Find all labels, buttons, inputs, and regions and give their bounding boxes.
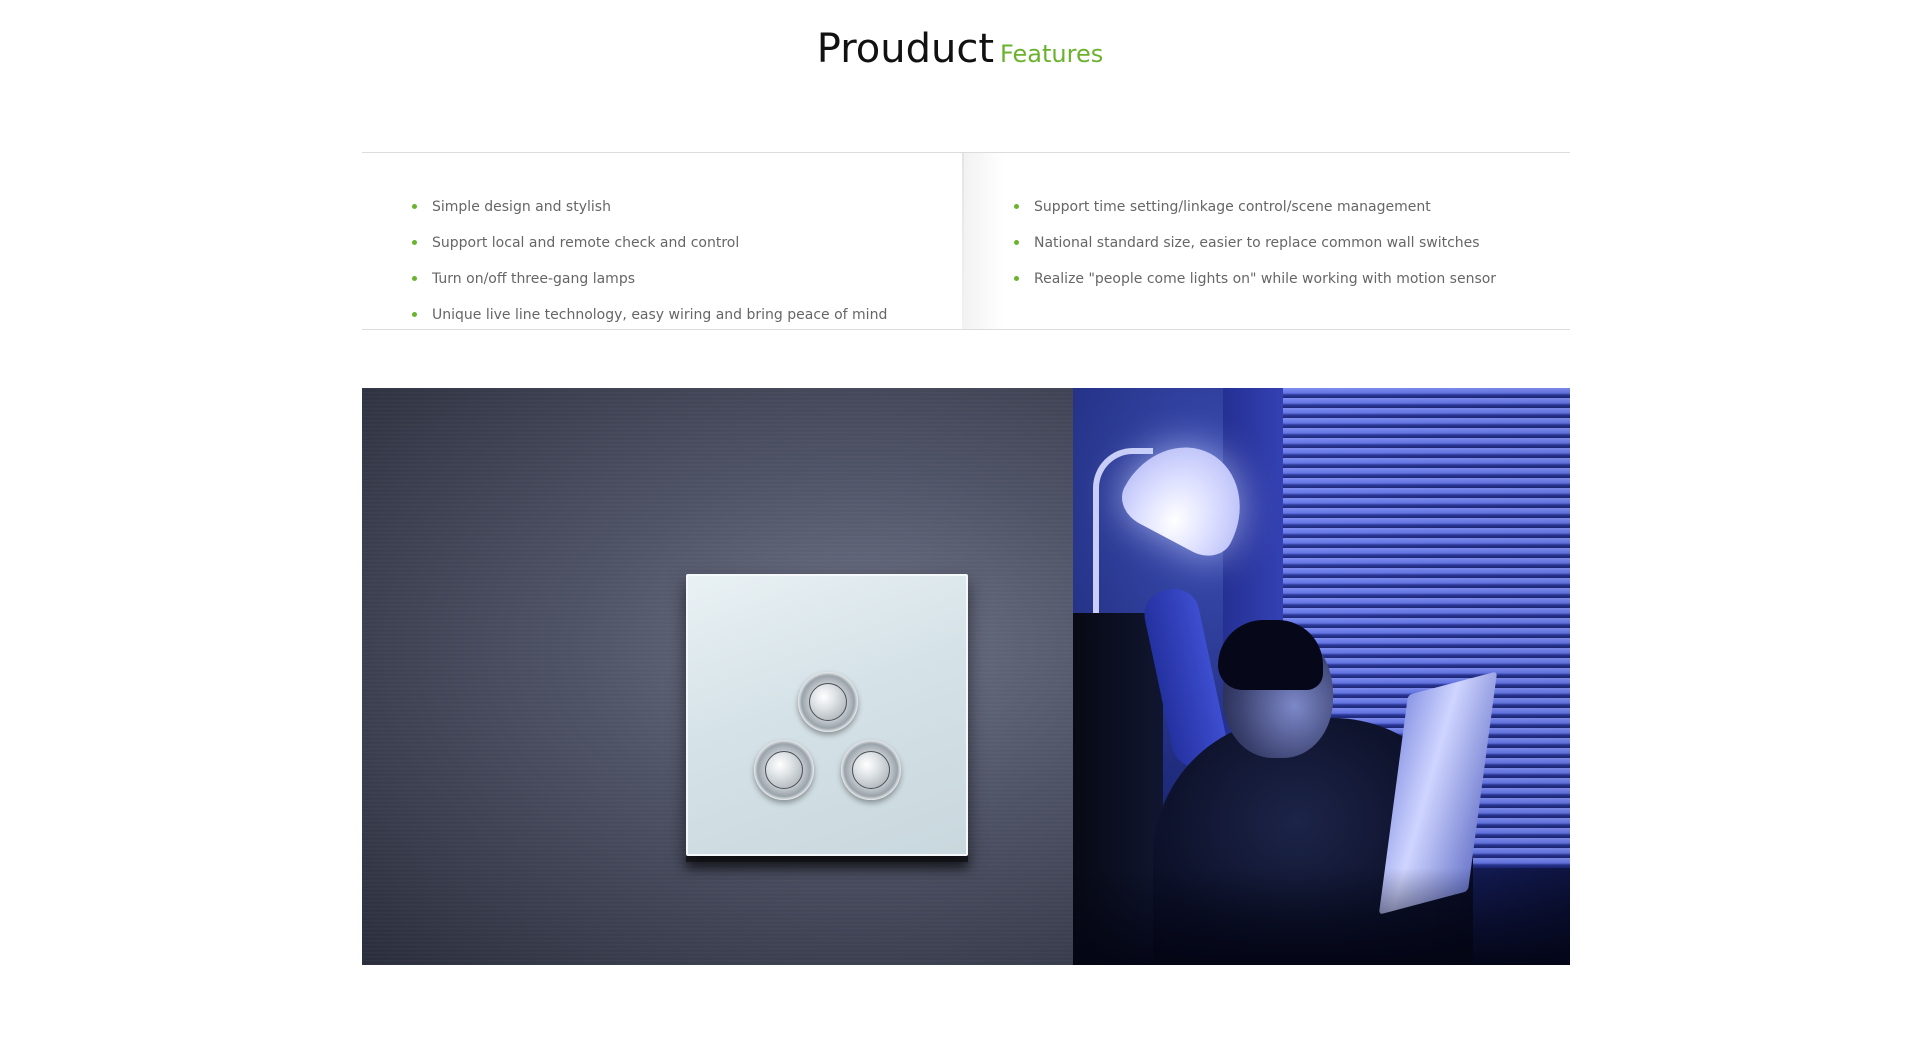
feature-text: Support local and remote check and contr… — [432, 235, 740, 251]
product-photo — [362, 388, 1570, 965]
switch-button-icon — [754, 740, 814, 800]
heading-sub: Features — [1000, 40, 1104, 68]
switch-button-icon — [798, 672, 858, 732]
feature-item: Support time setting/linkage control/sce… — [1014, 199, 1496, 235]
feature-item: Simple design and stylish — [412, 199, 887, 235]
feature-text: Simple design and stylish — [432, 199, 611, 215]
feature-item: Support local and remote check and contr… — [412, 235, 887, 271]
child-hair — [1218, 620, 1323, 690]
feature-item: Unique live line technology, easy wiring… — [412, 307, 887, 343]
bullet-dot-icon — [1014, 240, 1019, 245]
heading-main: Prouduct — [816, 26, 995, 72]
features-list-left: Simple design and stylish Support local … — [412, 199, 887, 343]
bullet-dot-icon — [412, 204, 417, 209]
feature-text: National standard size, easier to replac… — [1034, 235, 1480, 251]
feature-item: Realize "people come lights on" while wo… — [1014, 271, 1496, 307]
bullet-dot-icon — [412, 312, 417, 317]
bullet-dot-icon — [1014, 276, 1019, 281]
switch-button-icon — [841, 740, 901, 800]
child-reading-scene — [1073, 388, 1570, 965]
feature-text: Realize "people come lights on" while wo… — [1034, 271, 1497, 287]
section-heading: Prouduct Features — [0, 26, 1920, 72]
features-list-right: Support time setting/linkage control/sce… — [1014, 199, 1496, 307]
features-panel: Simple design and stylish Support local … — [362, 152, 1570, 330]
feature-text: Support time setting/linkage control/sce… — [1034, 199, 1431, 215]
bullet-dot-icon — [1014, 204, 1019, 209]
bullet-dot-icon — [412, 276, 417, 281]
feature-text: Unique live line technology, easy wiring… — [432, 307, 888, 323]
bullet-dot-icon — [412, 240, 417, 245]
three-gang-switch-plate — [686, 574, 968, 856]
floor-shadow — [1073, 868, 1570, 965]
column-divider-shadow — [964, 153, 1004, 329]
feature-item: National standard size, easier to replac… — [1014, 235, 1496, 271]
product-features-page: Prouduct Features Simple design and styli… — [0, 0, 1920, 1040]
feature-text: Turn on/off three-gang lamps — [432, 271, 635, 287]
feature-item: Turn on/off three-gang lamps — [412, 271, 887, 307]
